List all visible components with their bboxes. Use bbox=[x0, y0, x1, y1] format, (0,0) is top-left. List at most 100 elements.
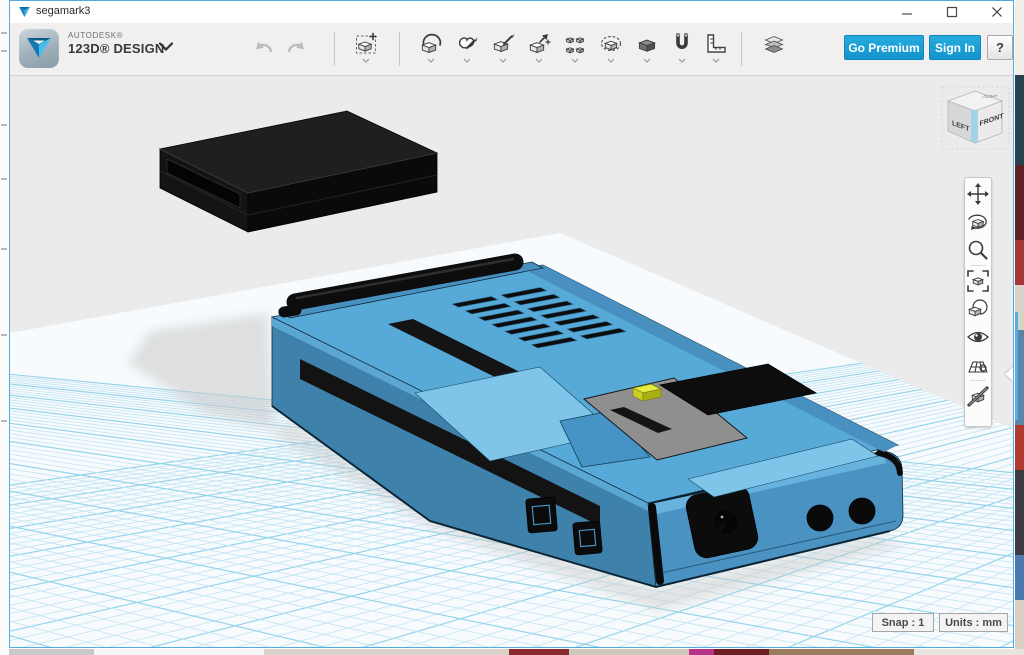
chevron-down-icon bbox=[607, 58, 615, 63]
brand-123d-design: 123D® DESIGN bbox=[68, 41, 165, 56]
primitives-glyph bbox=[418, 31, 444, 57]
controller-port-2[interactable] bbox=[573, 521, 603, 555]
snap-icon[interactable] bbox=[669, 31, 695, 69]
pen-tip bbox=[475, 38, 478, 43]
app-menu-logo bbox=[19, 28, 59, 68]
app-window: segamark3 AUTODESK® 123D® DESIGN bbox=[9, 0, 1014, 648]
slash bbox=[969, 388, 987, 405]
view-cube-edge-highlight[interactable] bbox=[971, 110, 978, 143]
window-title: segamark3 bbox=[36, 5, 90, 17]
chevron-down-icon bbox=[712, 58, 720, 63]
minimize-button[interactable] bbox=[890, 1, 924, 22]
close-icon bbox=[991, 6, 1003, 18]
desktop-thumbnail bbox=[1015, 555, 1024, 600]
desktop-background-left bbox=[0, 0, 9, 655]
desktop-thumbnail bbox=[509, 649, 569, 655]
measure-icon[interactable] bbox=[703, 31, 729, 69]
front-button-1[interactable] bbox=[807, 505, 833, 531]
import-accent bbox=[370, 34, 376, 40]
desktop-background-bottom bbox=[9, 649, 1024, 655]
desktop-scrollbar bbox=[1015, 312, 1018, 420]
panel-collapse-arrow[interactable] bbox=[1005, 367, 1013, 381]
visibility-glyph bbox=[965, 324, 991, 350]
pattern-glyph bbox=[562, 31, 588, 57]
pattern-icon[interactable] bbox=[562, 31, 588, 69]
controller-port-1[interactable] bbox=[526, 497, 558, 533]
toolbar-separator bbox=[334, 32, 335, 66]
desktop-thumbnail bbox=[689, 649, 714, 655]
app-logo-icon bbox=[18, 6, 31, 18]
view-cube[interactable]: TOP LEFT FRONT bbox=[940, 85, 1012, 157]
pen-tip bbox=[512, 34, 514, 38]
magnet-pole bbox=[684, 34, 688, 37]
hide-sketch-glyph bbox=[965, 383, 991, 409]
help-button[interactable]: ? bbox=[987, 35, 1013, 60]
orbit-icon[interactable] bbox=[965, 208, 991, 236]
modify-glyph bbox=[526, 31, 552, 57]
chevron-down-icon bbox=[535, 58, 543, 63]
material-glyph bbox=[965, 296, 991, 322]
redo-icon[interactable] bbox=[285, 36, 309, 58]
sketch-glyph bbox=[454, 31, 480, 57]
units-label: Units : mm bbox=[945, 617, 1002, 629]
toolbar-separator bbox=[970, 380, 986, 381]
chevron-down-icon bbox=[571, 58, 579, 63]
glint bbox=[975, 334, 977, 336]
hide-sketch-icon[interactable] bbox=[965, 382, 991, 410]
visibility-icon[interactable] bbox=[965, 323, 991, 351]
chevron-down-icon bbox=[427, 58, 435, 63]
desktop-thumbnail bbox=[264, 649, 509, 655]
combine-icon[interactable] bbox=[634, 31, 660, 69]
cartridge-model[interactable] bbox=[160, 111, 437, 232]
grouping-glyph bbox=[598, 31, 624, 57]
pan-icon[interactable] bbox=[965, 180, 991, 208]
chevron-down-icon[interactable] bbox=[157, 41, 175, 52]
main-toolbar: AUTODESK® 123D® DESIGN bbox=[10, 23, 1013, 76]
undo-icon[interactable] bbox=[251, 36, 275, 58]
app-logo-icon bbox=[25, 36, 53, 60]
minimize-icon bbox=[901, 6, 913, 18]
modify-icon[interactable] bbox=[526, 31, 552, 69]
viewport-canvas: TOP LEFT FRONT Snap : 1 Units : mm bbox=[10, 76, 1013, 647]
fit-icon[interactable] bbox=[965, 267, 991, 295]
sign-in-button[interactable]: Sign In bbox=[929, 35, 981, 60]
sketch-icon[interactable] bbox=[454, 31, 480, 69]
help-label: ? bbox=[996, 40, 1004, 55]
desktop-thumbnail bbox=[1015, 470, 1024, 555]
measure-glyph bbox=[703, 31, 729, 57]
import-icon[interactable] bbox=[353, 31, 379, 69]
zoom-icon[interactable] bbox=[965, 236, 991, 264]
grid-icon[interactable] bbox=[965, 351, 991, 379]
desktop-thumbnail bbox=[1015, 165, 1024, 240]
modify-accent bbox=[546, 40, 550, 44]
construct-icon[interactable] bbox=[490, 31, 516, 69]
pan-accent bbox=[970, 186, 986, 202]
go-premium-label: Go Premium bbox=[848, 41, 919, 55]
maximize-button[interactable] bbox=[935, 1, 969, 22]
units-setting[interactable]: Units : mm bbox=[939, 613, 1008, 632]
front-knob-highlight bbox=[721, 516, 724, 519]
close-button[interactable] bbox=[980, 1, 1014, 22]
toolbar-separator bbox=[399, 32, 400, 66]
primitives-icon[interactable] bbox=[418, 31, 444, 69]
scene-canvas[interactable] bbox=[10, 76, 1013, 647]
chevron-down-icon bbox=[678, 58, 686, 63]
snap-setting[interactable]: Snap : 1 bbox=[872, 613, 934, 632]
magnet-pole bbox=[676, 34, 680, 37]
3d-print-icon[interactable] bbox=[761, 32, 787, 70]
desktop-thumbnail bbox=[1015, 425, 1024, 470]
go-premium-button[interactable]: Go Premium bbox=[844, 35, 924, 60]
zoom-glyph bbox=[965, 237, 991, 263]
desktop: { "window": { "title": "segamark3" }, "t… bbox=[0, 0, 1024, 655]
material-icon[interactable] bbox=[965, 295, 991, 323]
fit-glyph bbox=[965, 268, 991, 294]
desktop-thumbnail bbox=[9, 649, 94, 655]
brand-autodesk: AUTODESK® bbox=[68, 31, 123, 40]
desktop-thumbnail bbox=[1015, 75, 1024, 165]
desktop-thumbnail bbox=[914, 649, 1024, 655]
front-button-2[interactable] bbox=[849, 498, 875, 524]
construct-glyph bbox=[490, 31, 516, 57]
desktop-thumbnail bbox=[714, 649, 769, 655]
grouping-icon[interactable] bbox=[598, 31, 624, 69]
snap-label: Snap : 1 bbox=[882, 617, 925, 629]
